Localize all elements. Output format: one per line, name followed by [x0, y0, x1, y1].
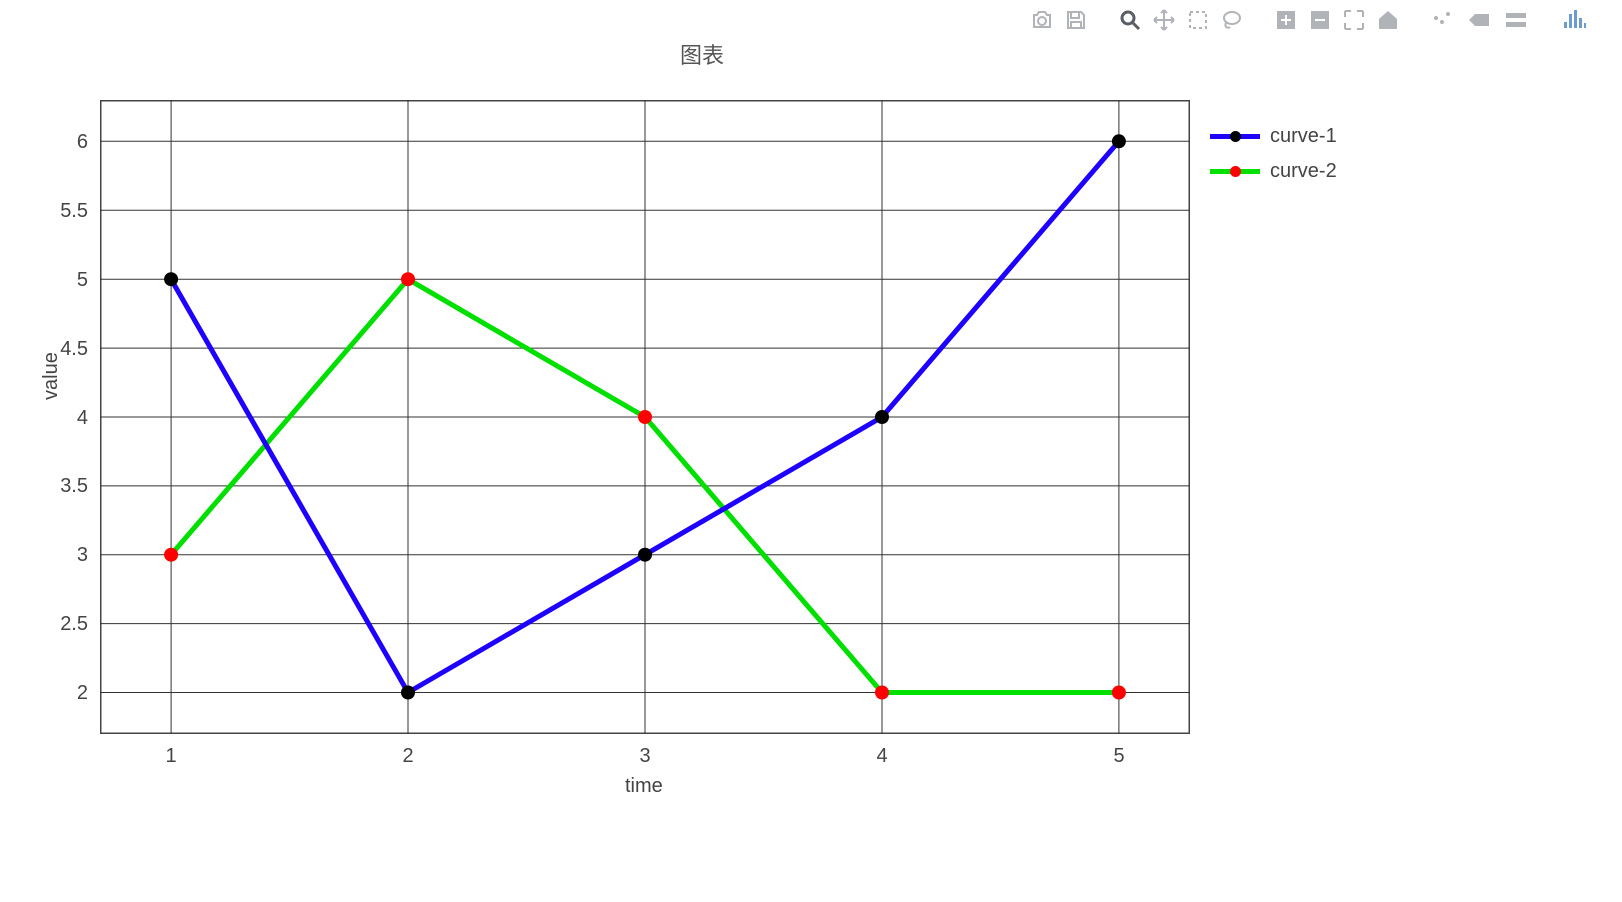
y-tick: 5: [28, 269, 88, 292]
chart-toolbar: [1030, 8, 1592, 32]
save-icon[interactable]: [1064, 8, 1088, 32]
curve-1-point[interactable]: [401, 686, 415, 700]
legend-item-curve-1[interactable]: curve-1: [1210, 125, 1337, 148]
zoom-icon[interactable]: [1118, 8, 1142, 32]
hover-icon[interactable]: [1430, 8, 1454, 32]
pan-icon[interactable]: [1152, 8, 1176, 32]
back-icon[interactable]: [1464, 8, 1494, 32]
curve-2-point[interactable]: [875, 686, 889, 700]
y-tick: 5.5: [28, 200, 88, 223]
curve-1-point[interactable]: [638, 548, 652, 562]
x-tick: 4: [867, 745, 897, 768]
curve-2-point[interactable]: [401, 272, 415, 286]
y-tick: 2.5: [28, 613, 88, 636]
camera-icon[interactable]: [1030, 8, 1054, 32]
zoom-in-icon[interactable]: [1274, 8, 1298, 32]
x-axis-label: time: [625, 775, 663, 798]
y-tick: 6: [28, 131, 88, 154]
zoom-out-icon[interactable]: [1308, 8, 1332, 32]
curve-1-point[interactable]: [1112, 134, 1126, 148]
lasso-icon[interactable]: [1220, 8, 1244, 32]
legend-item-curve-2[interactable]: curve-2: [1210, 160, 1337, 183]
curve-2-point[interactable]: [164, 548, 178, 562]
autoscale-icon[interactable]: [1342, 8, 1366, 32]
curve-1-point[interactable]: [164, 272, 178, 286]
curve-1-point[interactable]: [875, 410, 889, 424]
home-icon[interactable]: [1376, 8, 1400, 32]
x-tick: 5: [1104, 745, 1134, 768]
legend-marker: [1230, 131, 1241, 142]
x-tick: 3: [630, 745, 660, 768]
y-tick: 2: [28, 682, 88, 705]
chart-title: 图表: [680, 38, 724, 70]
legend-swatch: [1210, 134, 1260, 139]
compare-icon[interactable]: [1504, 8, 1528, 32]
legend: curve-1 curve-2: [1210, 125, 1337, 195]
legend-label: curve-2: [1270, 160, 1337, 183]
legend-marker: [1230, 166, 1241, 177]
y-tick: 3.5: [28, 475, 88, 498]
curve-2-point[interactable]: [1112, 686, 1126, 700]
plotly-logo-icon[interactable]: [1558, 8, 1592, 32]
box-select-icon[interactable]: [1186, 8, 1210, 32]
plot-area[interactable]: [100, 100, 1190, 734]
x-tick: 2: [393, 745, 423, 768]
curve-2-point[interactable]: [638, 410, 652, 424]
y-tick: 3: [28, 544, 88, 567]
x-tick: 1: [156, 745, 186, 768]
legend-label: curve-1: [1270, 125, 1337, 148]
y-tick: 4.5: [28, 338, 88, 361]
legend-swatch: [1210, 169, 1260, 174]
y-tick: 4: [28, 407, 88, 430]
